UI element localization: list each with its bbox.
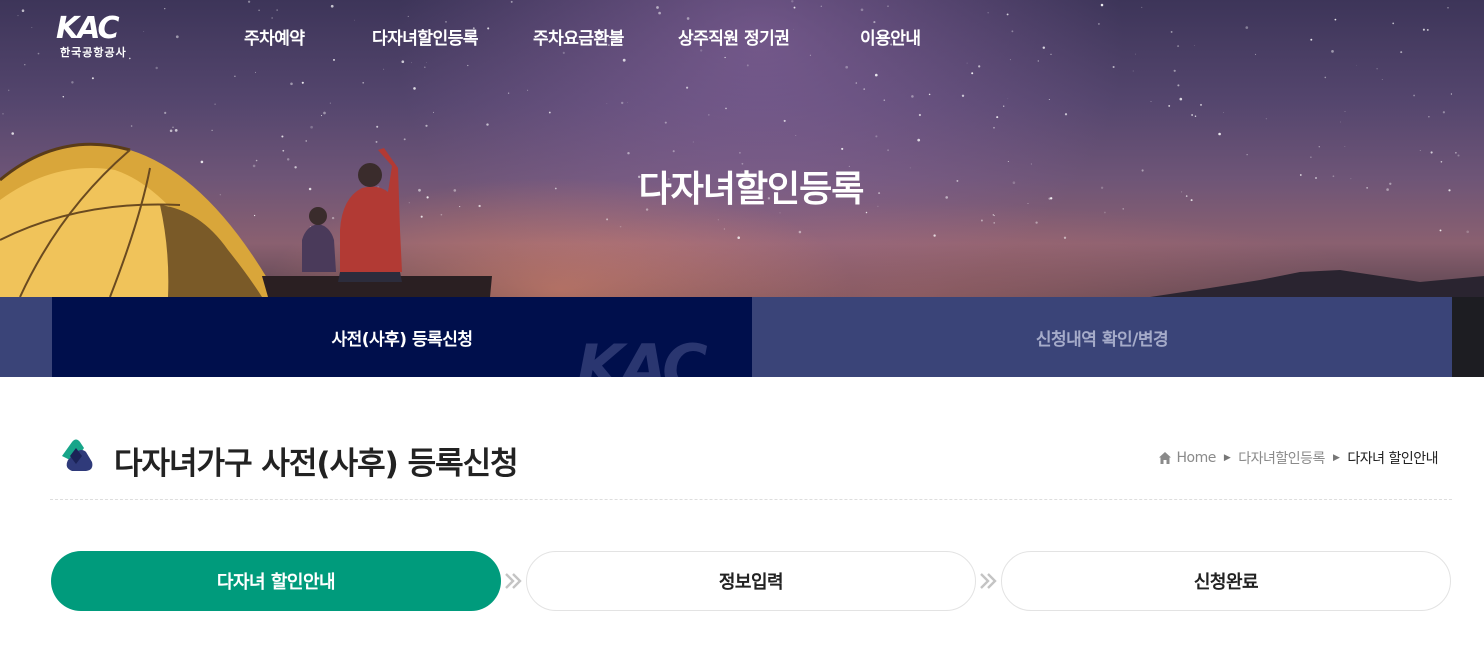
tab-pre-registration[interactable]: KAC 사전(사후) 등록신청: [52, 297, 752, 377]
kac-watermark: KAC: [576, 331, 711, 377]
home-icon[interactable]: [1158, 451, 1172, 465]
double-chevron-right-icon: [505, 573, 522, 589]
triangle-right-icon: ▶: [1223, 453, 1231, 463]
breadcrumb-level1-link[interactable]: 다자녀할인등록: [1238, 448, 1325, 468]
triangle-right-icon: ▶: [1332, 453, 1340, 463]
kac-logo-mark: KAC: [56, 12, 122, 42]
step-application-complete: 신청완료: [1001, 551, 1451, 611]
step-info-input-label: 정보입력: [718, 572, 784, 593]
kac-logo-subtitle: 한국공항공사: [60, 46, 127, 59]
tab-application-history-label: 신청내역 확인/변경: [1035, 329, 1169, 350]
kac-symbol-icon: [62, 439, 93, 471]
tab-application-history[interactable]: 신청내역 확인/변경: [752, 297, 1452, 377]
step-info-input: 정보입력: [526, 551, 976, 611]
nav-item-parking-refund[interactable]: 주차요금환불: [533, 24, 624, 49]
double-chevron-right-icon: [980, 573, 997, 589]
hero-banner: KAC 한국공항공사 주차예약 다자녀할인등록 주차요금환불 상주직원 정기권 …: [0, 0, 1484, 297]
nav-item-staff-pass[interactable]: 상주직원 정기권: [678, 24, 790, 49]
tab-pre-registration-label: 사전(사후) 등록신청: [331, 329, 473, 350]
page-title: 다자녀가구 사전(사후) 등록신청: [114, 446, 519, 482]
breadcrumb: Home ▶ 다자녀할인등록 ▶ 다자녀 할인안내: [1158, 448, 1438, 468]
sub-tabs-bar: KAC 사전(사후) 등록신청 신청내역 확인/변경: [0, 297, 1484, 377]
step-application-complete-label: 신청완료: [1193, 572, 1259, 593]
tabs-bar-edge: [1452, 297, 1484, 377]
svg-text:KAC: KAC: [56, 12, 120, 42]
svg-text:KAC: KAC: [576, 331, 707, 377]
kac-logo[interactable]: KAC 한국공항공사: [56, 12, 146, 60]
step-discount-guide-label: 다자녀 할인안내: [216, 572, 336, 593]
header-divider: [50, 499, 1452, 500]
nav-item-parking-reservation[interactable]: 주차예약: [244, 24, 305, 49]
step-discount-guide: 다자녀 할인안내: [51, 551, 501, 611]
nav-item-usage-guide[interactable]: 이용안내: [860, 24, 921, 49]
nav-item-multichild-discount[interactable]: 다자녀할인등록: [372, 24, 478, 49]
breadcrumb-current: 다자녀 할인안내: [1347, 451, 1438, 467]
hero-title: 다자녀할인등록: [638, 169, 865, 210]
breadcrumb-home-link[interactable]: Home: [1177, 450, 1217, 466]
